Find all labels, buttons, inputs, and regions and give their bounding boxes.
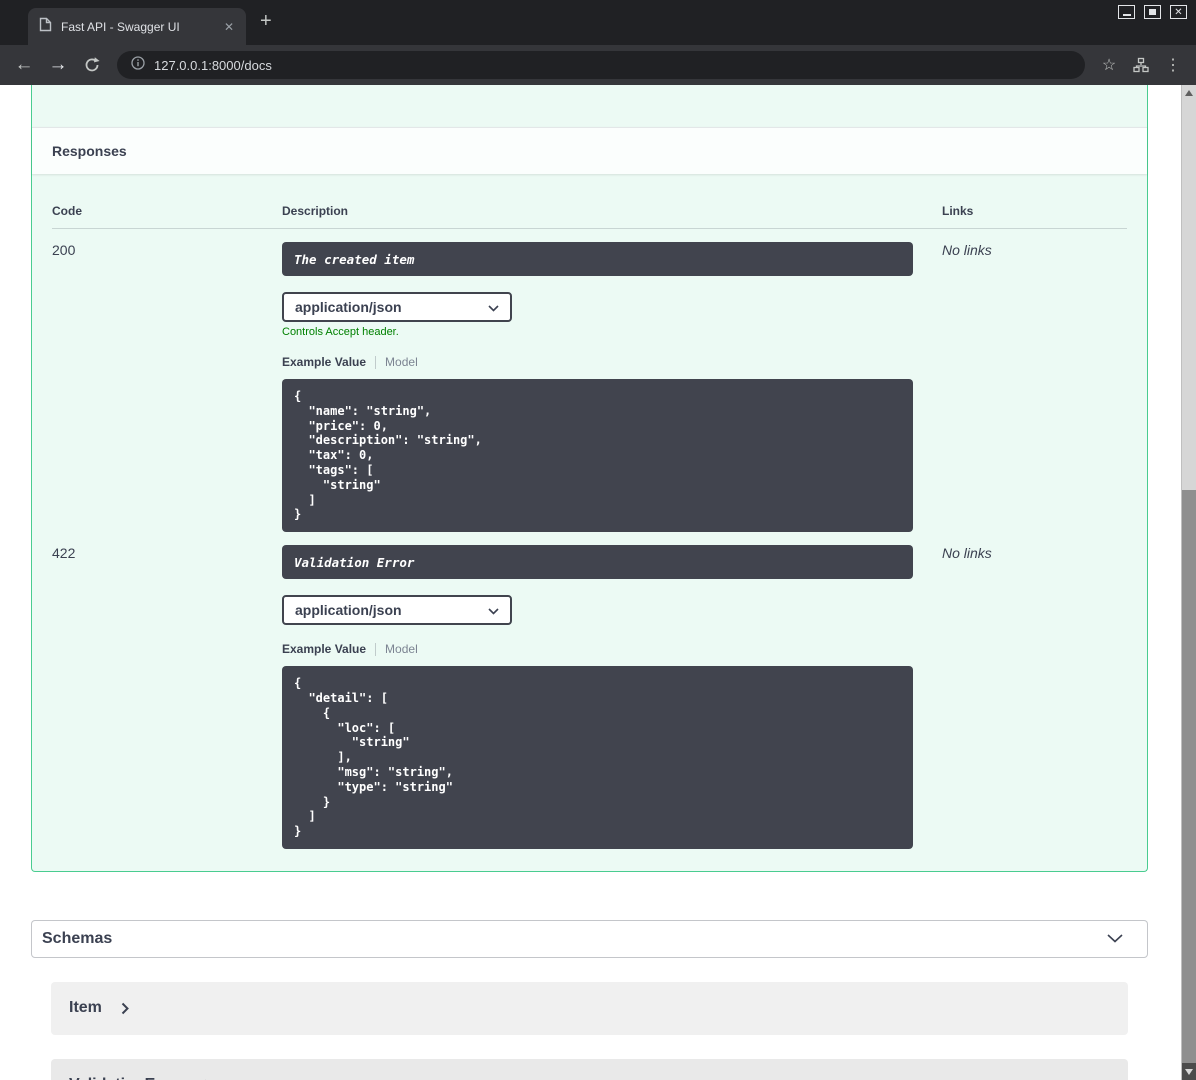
response-422-description-box: Validation Error: [282, 545, 913, 580]
browser-menu-icon[interactable]: ⋮: [1160, 52, 1186, 78]
tab-divider: [375, 355, 377, 369]
schemas-models-area: Item ValidationError: [31, 958, 1148, 1080]
response-code-200: 200: [52, 242, 76, 258]
response-200-links: No links: [942, 242, 992, 258]
model-tab[interactable]: Model: [385, 355, 418, 369]
example-json-422: { "detail": [ { "loc": [ "string" ], "ms…: [282, 666, 913, 849]
site-info-icon[interactable]: [131, 55, 145, 75]
example-model-tabs: Example Value Model: [282, 355, 942, 369]
response-200-description-box: The created item: [282, 242, 913, 276]
col-header-description: Description: [282, 190, 942, 229]
responses-table: Code Description Links 200 The created i…: [52, 190, 1127, 849]
window-maximize-button[interactable]: [1144, 5, 1161, 19]
browser-toolbar: ← → 127.0.0.1:8000/docs ☆ ⋮: [0, 45, 1196, 85]
forward-button[interactable]: →: [44, 51, 72, 79]
responses-table-wrapper: Code Description Links 200 The created i…: [32, 174, 1147, 871]
response-200-description-cell: The created item application/json Contro…: [282, 229, 942, 533]
tab-divider: [375, 642, 377, 656]
triangle-down-icon: [1185, 1068, 1193, 1075]
tab-close-icon[interactable]: ✕: [220, 19, 238, 35]
accept-header-note: Controls Accept header.: [282, 326, 399, 338]
model-name: Item: [69, 999, 102, 1017]
reload-button[interactable]: [78, 51, 106, 79]
page-icon: [39, 17, 52, 37]
browser-titlebar: Fast API - Swagger UI ✕ + ✕: [0, 0, 1196, 45]
url-text: 127.0.0.1:8000/docs: [154, 57, 272, 73]
response-422-links: No links: [942, 545, 992, 562]
scroll-down-button[interactable]: [1182, 1063, 1196, 1080]
response-422-description-text: Validation Error: [294, 554, 415, 570]
page-content: Responses Code Description Links 200 The…: [0, 85, 1196, 1080]
extensions-icon[interactable]: [1128, 52, 1154, 78]
response-200-description-text: The created item: [294, 251, 415, 267]
schemas-title: Schemas: [42, 929, 113, 947]
window-controls: ✕: [1118, 5, 1187, 19]
schemas-section-header[interactable]: Schemas: [31, 919, 1148, 958]
triangle-up-icon: [1185, 90, 1193, 96]
chevron-down-icon: [1107, 930, 1123, 948]
back-button[interactable]: ←: [10, 51, 38, 79]
scrollbar-thumb[interactable]: [1182, 490, 1196, 1063]
media-type-select-422[interactable]: application/json: [282, 595, 512, 626]
bookmark-star-icon[interactable]: ☆: [1096, 52, 1122, 78]
browser-tab[interactable]: Fast API - Swagger UI ✕: [28, 8, 246, 45]
window-minimize-button[interactable]: [1118, 5, 1135, 19]
scroll-up-button[interactable]: [1182, 85, 1196, 101]
model-row-validationerror[interactable]: ValidationError: [51, 1058, 1128, 1080]
chevron-right-icon: [121, 1002, 129, 1015]
opblock-top-gap: [32, 85, 1147, 127]
model-row-item[interactable]: Item: [51, 981, 1128, 1035]
example-value-tab[interactable]: Example Value: [282, 642, 366, 656]
media-type-value: application/json: [295, 299, 402, 315]
col-header-code: Code: [52, 190, 282, 229]
example-value-tab[interactable]: Example Value: [282, 355, 366, 369]
address-bar[interactable]: 127.0.0.1:8000/docs: [117, 51, 1085, 79]
chevron-down-icon: [488, 299, 499, 315]
response-code-422: 422: [52, 545, 76, 562]
media-type-value: application/json: [295, 602, 402, 619]
chevron-down-icon: [488, 602, 499, 618]
tab-title: Fast API - Swagger UI: [61, 19, 180, 34]
model-name: ValidationError: [69, 1076, 184, 1080]
col-header-links: Links: [942, 190, 1127, 229]
window-close-button[interactable]: ✕: [1170, 5, 1187, 19]
model-tab[interactable]: Model: [385, 642, 418, 656]
example-json-200: { "name": "string", "price": 0, "descrip…: [282, 379, 913, 533]
post-endpoint-block: Responses Code Description Links 200 The…: [31, 85, 1148, 872]
new-tab-button[interactable]: +: [260, 11, 272, 31]
page-scrollbar[interactable]: [1181, 85, 1196, 1080]
media-type-select-200[interactable]: application/json: [282, 292, 512, 322]
example-model-tabs: Example Value Model: [282, 642, 942, 656]
response-422-description-cell: Validation Error application/json Exampl…: [282, 532, 942, 849]
responses-title: Responses: [52, 143, 127, 159]
responses-header: Responses: [32, 127, 1147, 174]
